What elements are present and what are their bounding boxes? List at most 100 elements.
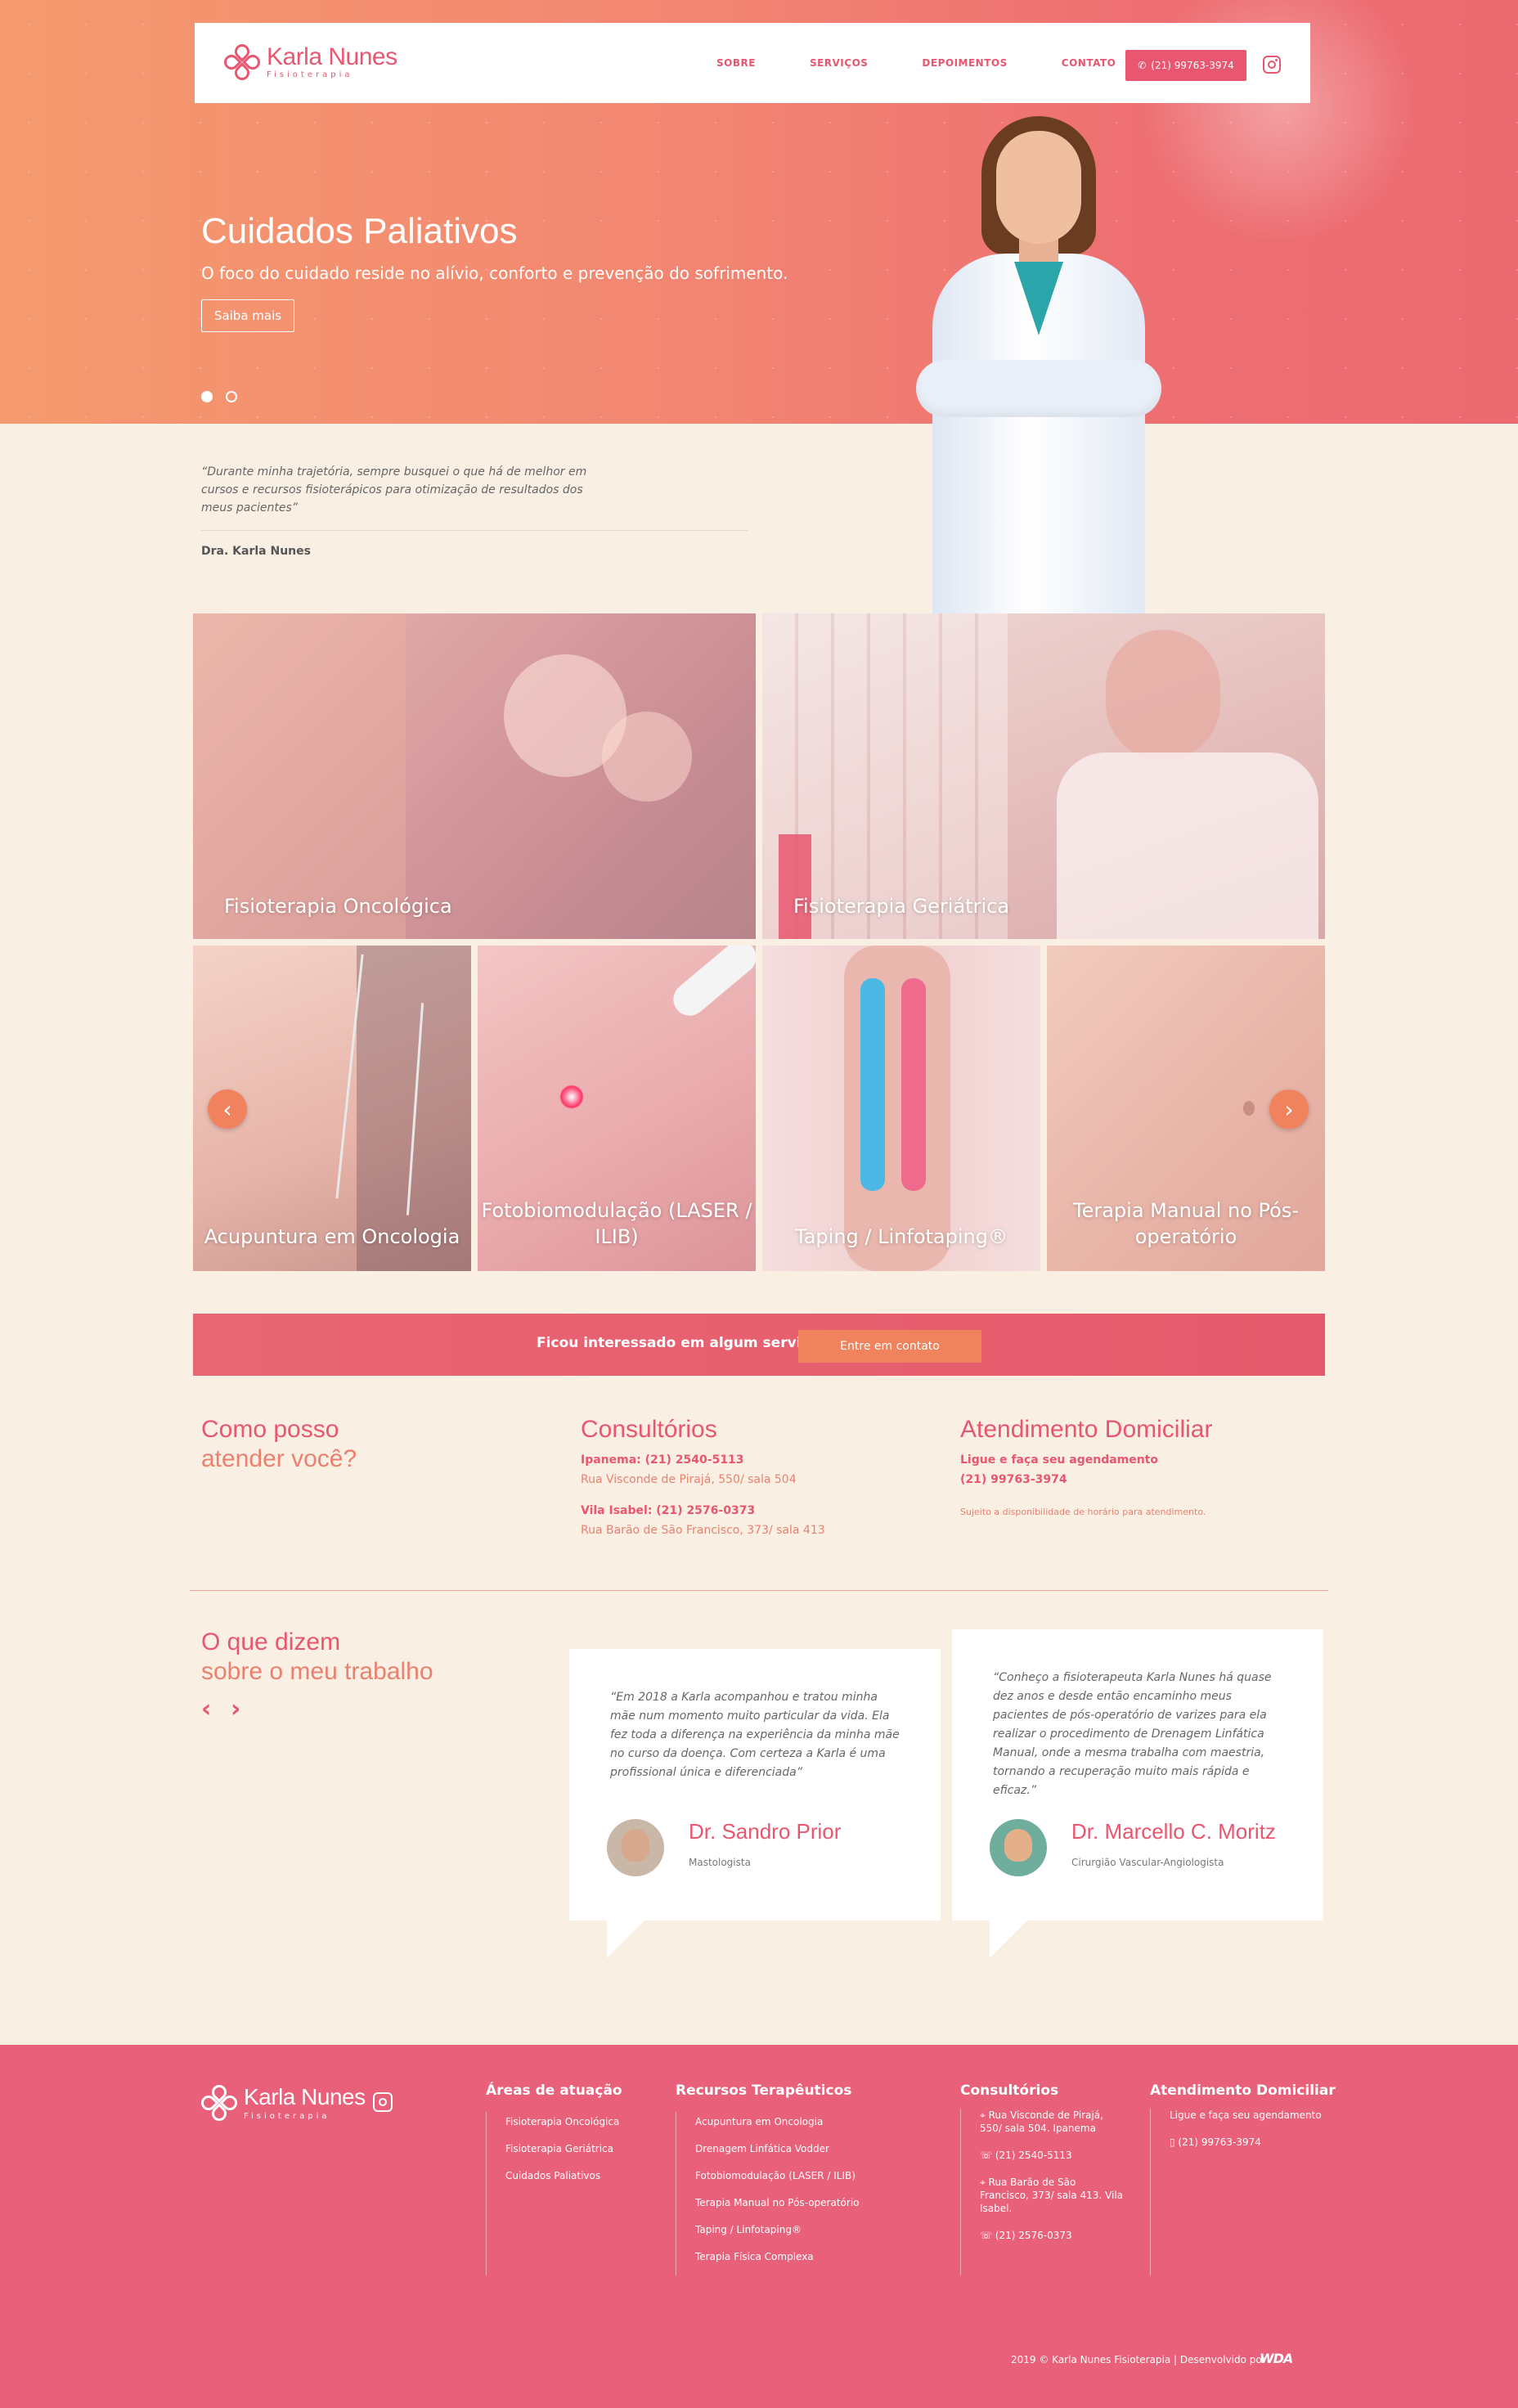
nav-depoimentos[interactable]: DEPOIMENTOS	[922, 57, 1007, 69]
testimonials-prev-chevron-icon[interactable]: ‹	[201, 1695, 211, 1723]
vila-isabel-phone[interactable]: Vila Isabel: (21) 2576-0373	[581, 1502, 755, 1520]
footer-brand-tagline: Fisioterapia	[244, 2112, 330, 2121]
testimonial-role: Cirurgião Vascular-Angiologista	[1071, 1857, 1224, 1868]
testimonial-name: Dr. Sandro Prior	[689, 1819, 842, 1844]
logo-flower-icon	[198, 2081, 240, 2124]
home-care-phone[interactable]: (21) 99763-3974	[960, 1471, 1067, 1489]
services-next-button[interactable]: ›	[1269, 1089, 1309, 1129]
service-label: Taping / Linfotaping®	[795, 1225, 1008, 1248]
contact-cta-bar: Ficou interessado em algum serviço? Entr…	[193, 1314, 1325, 1376]
avatar	[990, 1819, 1047, 1876]
logo-flower-icon	[221, 41, 263, 83]
footer-areas-list: Fisioterapia Oncológica Fisioterapia Ger…	[505, 2115, 619, 2196]
testimonial-role: Mastologista	[689, 1857, 751, 1868]
map-pin-icon: ⌖	[980, 2177, 989, 2188]
testimonials-title-line2: sobre o meu trabalho	[201, 1658, 433, 1685]
help-title-line1: Como posso	[201, 1416, 339, 1443]
nav-servicos[interactable]: SERVIÇOS	[810, 57, 868, 69]
home-care-note: Sujeito a disponibilidade de horário par…	[960, 1507, 1206, 1517]
map-pin-icon: ⌖	[980, 2109, 989, 2121]
whatsapp-icon: ✆	[1138, 60, 1147, 71]
brand-tagline: Fisioterapia	[267, 70, 353, 79]
home-care-line: Ligue e faça seu agendamento	[960, 1453, 1159, 1467]
doctor-photo	[900, 115, 1178, 613]
footer-link[interactable]: Fisioterapia Geriátrica	[505, 2142, 619, 2155]
footer-offices-title: Consultórios	[960, 2082, 1059, 2099]
testimonial-text: “Em 2018 a Karla acompanhou e tratou min…	[610, 1691, 900, 1779]
slide-dot-2[interactable]	[226, 391, 237, 402]
hero-title: Cuidados Paliativos	[201, 211, 518, 251]
footer-phone[interactable]: ☏ (21) 2540-5113	[980, 2149, 1127, 2162]
top-navbar: Karla Nunes Fisioterapia SOBRE SERVIÇOS …	[195, 23, 1310, 103]
chevron-right-icon: ›	[1284, 1095, 1294, 1123]
cta-contact-button[interactable]: Entre em contato	[798, 1330, 981, 1363]
developer-logo[interactable]: WDA	[1260, 2351, 1293, 2366]
services-prev-button[interactable]: ‹	[208, 1089, 247, 1129]
footer-link[interactable]: Cuidados Paliativos	[505, 2169, 619, 2182]
footer-link[interactable]: Fotobiomodulação (LASER / ILIB)	[695, 2169, 860, 2182]
footer-offices-list: ⌖ Rua Visconde de Pirajá, 550/ sala 504.…	[980, 2109, 1127, 2256]
footer-link[interactable]: Terapia Manual no Pós-operatório	[695, 2196, 860, 2209]
avatar	[607, 1819, 664, 1876]
phone-button-label: (21) 99763-3974	[1151, 60, 1234, 71]
home-care-title: Atendimento Domiciliar	[960, 1416, 1213, 1443]
quote-divider	[201, 530, 748, 531]
footer-link[interactable]: Acupuntura em Oncologia	[695, 2115, 860, 2128]
doctor-quote: “Durante minha trajetória, sempre busque…	[201, 465, 587, 514]
footer-address: ⌖ Rua Visconde de Pirajá, 550/ sala 504.…	[980, 2109, 1103, 2134]
testimonials-next-chevron-icon[interactable]: ›	[231, 1695, 240, 1723]
service-tile-fotobiomodulacao[interactable]: Fotobiomodulação (LASER / ILIB)	[478, 946, 756, 1271]
footer-link[interactable]: Terapia Física Complexa	[695, 2250, 860, 2263]
testimonial-name: Dr. Marcello C. Moritz	[1071, 1819, 1276, 1844]
section-divider	[190, 1590, 1328, 1591]
footer-col-line	[960, 2109, 961, 2275]
footer-link[interactable]: Drenagem Linfática Vodder	[695, 2142, 860, 2155]
chevron-left-icon: ‹	[222, 1095, 232, 1123]
testimonials-title-line1: O que dizem	[201, 1629, 341, 1656]
testimonial-card: “Conheço a fisioterapeuta Karla Nunes há…	[952, 1629, 1323, 1958]
footer-instagram-icon[interactable]	[373, 2092, 393, 2112]
service-tile-taping[interactable]: Taping / Linfotaping®	[762, 946, 1040, 1271]
vila-isabel-address: Rua Barão de São Francisco, 373/ sala 41…	[581, 1524, 825, 1537]
footer-col-line	[1150, 2109, 1151, 2275]
testimonial-card: “Em 2018 a Karla acompanhou e tratou min…	[569, 1649, 941, 1958]
ipanema-phone[interactable]: Ipanema: (21) 2540-5113	[581, 1451, 744, 1469]
copyright: 2019 © Karla Nunes Fisioterapia | Desenv…	[1011, 2354, 1266, 2365]
footer-logo[interactable]: Karla Nunes Fisioterapia	[198, 2081, 366, 2124]
service-tile-oncologica[interactable]: Fisioterapia Oncológica	[193, 613, 756, 939]
footer-mobile[interactable]: ▯ (21) 99763-3974	[1170, 2136, 1322, 2149]
footer-resources-list: Acupuntura em Oncologia Drenagem Linfáti…	[695, 2115, 860, 2277]
site-footer: Karla Nunes Fisioterapia Áreas de atuaçã…	[0, 2045, 1518, 2408]
brand-name: Karla Nunes	[267, 43, 397, 70]
card-tail	[990, 1921, 1027, 1958]
service-tile-geriatrica[interactable]: Fisioterapia Geriátrica	[762, 613, 1325, 939]
phone-icon: ☏	[980, 2150, 995, 2161]
nav-sobre[interactable]: SOBRE	[716, 57, 756, 69]
footer-address: ⌖ Rua Barão de São Francisco, 373/ sala …	[980, 2177, 1124, 2214]
hero-more-button[interactable]: Saiba mais	[201, 299, 294, 332]
instagram-icon[interactable]	[1263, 56, 1281, 74]
brand-logo[interactable]: Karla Nunes Fisioterapia	[221, 41, 397, 83]
footer-brand-name: Karla Nunes	[244, 2084, 366, 2109]
footer-link[interactable]: Fisioterapia Oncológica	[505, 2115, 619, 2128]
service-label: Fotobiomodulação (LASER / ILIB)	[481, 1199, 752, 1248]
quote-author: Dra. Karla Nunes	[201, 545, 311, 558]
card-tail	[607, 1921, 644, 1958]
ipanema-address: Rua Visconde de Pirajá, 550/ sala 504	[581, 1473, 797, 1486]
hero-subtitle: O foco do cuidado reside no alívio, conf…	[201, 263, 788, 283]
service-label: Fisioterapia Geriátrica	[793, 895, 1010, 918]
footer-link[interactable]: Taping / Linfotaping®	[695, 2223, 860, 2236]
footer-areas-title: Áreas de atuação	[486, 2082, 622, 2099]
footer-resources-title: Recursos Terapêuticos	[676, 2082, 852, 2099]
footer-phone[interactable]: ☏ (21) 2576-0373	[980, 2229, 1127, 2242]
phone-icon: ☏	[980, 2230, 995, 2241]
footer-col-line	[486, 2112, 487, 2275]
footer-home-title: Atendimento Domiciliar	[1150, 2082, 1336, 2099]
cta-text: Ficou interessado em algum serviço?	[537, 1335, 828, 1351]
nav-contato[interactable]: CONTATO	[1062, 57, 1116, 69]
main-nav: SOBRE SERVIÇOS DEPOIMENTOS CONTATO	[716, 57, 1170, 69]
footer-home-line: Ligue e faça seu agendamento	[1170, 2109, 1322, 2121]
slide-dot-1[interactable]	[201, 391, 213, 402]
phone-button[interactable]: ✆ (21) 99763-3974	[1125, 50, 1246, 81]
service-label: Acupuntura em Oncologia	[204, 1225, 460, 1248]
